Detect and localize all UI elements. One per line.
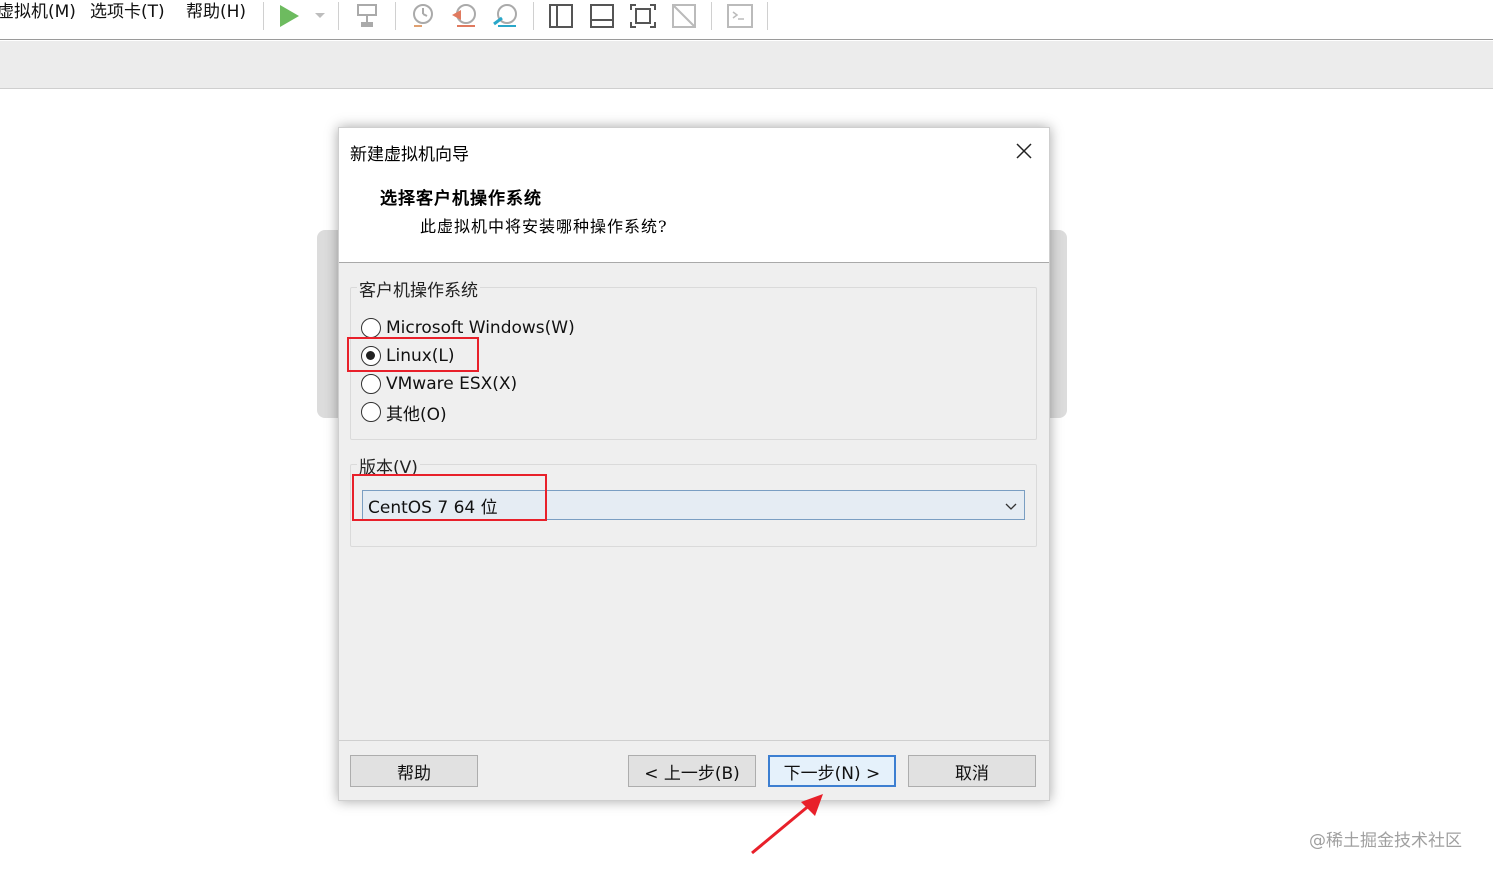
dialog-header: 新建虚拟机向导 选择客户机操作系统 此虚拟机中将安装哪种操作系统?	[339, 128, 1049, 263]
radio-button[interactable]	[361, 402, 381, 422]
page-heading: 选择客户机操作系统	[380, 189, 542, 209]
play-icon[interactable]	[275, 2, 305, 30]
radio-other-label: 其他(O)	[386, 404, 447, 425]
red-arrow-icon	[751, 794, 823, 855]
next-button[interactable]: 下一步(N) >	[768, 755, 896, 787]
manage-snapshots-icon[interactable]	[490, 2, 520, 30]
close-icon[interactable]	[1013, 140, 1035, 162]
chevron-down-icon	[1004, 498, 1018, 512]
radio-esx[interactable]: VMware ESX(X)	[361, 372, 517, 396]
network-icon[interactable]	[352, 2, 382, 30]
unity-icon[interactable]	[669, 2, 699, 30]
toolbar-separator	[263, 2, 264, 30]
highlight-box-version	[352, 474, 547, 521]
menu-help[interactable]: 帮助(H)	[186, 1, 246, 23]
menu-tabs[interactable]: 选项卡(T)	[90, 1, 165, 23]
radio-button[interactable]	[361, 374, 381, 394]
console-icon[interactable]	[725, 2, 755, 30]
toolbar-separator	[767, 2, 768, 30]
thumbnail-view-icon[interactable]	[587, 2, 617, 30]
tab-bar	[0, 41, 1493, 89]
highlight-box-linux	[347, 337, 479, 372]
menu-vm[interactable]: 虚拟机(M)	[0, 1, 76, 23]
cancel-button[interactable]: 取消	[908, 755, 1036, 787]
sidebar-view-icon[interactable]	[546, 2, 576, 30]
toolbar-separator	[711, 2, 712, 30]
help-button[interactable]: 帮助	[350, 755, 478, 787]
toolbar-separator	[533, 2, 534, 30]
radio-windows-label: Microsoft Windows(W)	[386, 318, 575, 338]
menu-bar: 虚拟机(M) 选项卡(T) 帮助(H)	[0, 0, 1493, 40]
guest-os-group-label: 客户机操作系统	[357, 276, 480, 301]
back-button[interactable]: < 上一步(B)	[628, 755, 756, 787]
radio-button[interactable]	[361, 318, 381, 338]
radio-esx-label: VMware ESX(X)	[386, 374, 518, 394]
revert-snapshot-icon[interactable]	[449, 2, 479, 30]
dialog-title: 新建虚拟机向导	[350, 145, 469, 165]
fullscreen-icon[interactable]	[628, 2, 658, 30]
new-vm-wizard-dialog: 新建虚拟机向导 选择客户机操作系统 此虚拟机中将安装哪种操作系统? 客户机操作系…	[338, 127, 1050, 801]
watermark: @稀土掘金技术社区	[1309, 831, 1462, 851]
snapshot-icon[interactable]	[408, 2, 438, 30]
toolbar-separator	[395, 2, 396, 30]
dropdown-icon[interactable]	[305, 2, 325, 30]
page-subheading: 此虚拟机中将安装哪种操作系统?	[420, 217, 668, 236]
radio-other[interactable]: 其他(O)	[361, 400, 447, 425]
footer-divider	[339, 740, 1049, 741]
toolbar-separator	[338, 2, 339, 30]
